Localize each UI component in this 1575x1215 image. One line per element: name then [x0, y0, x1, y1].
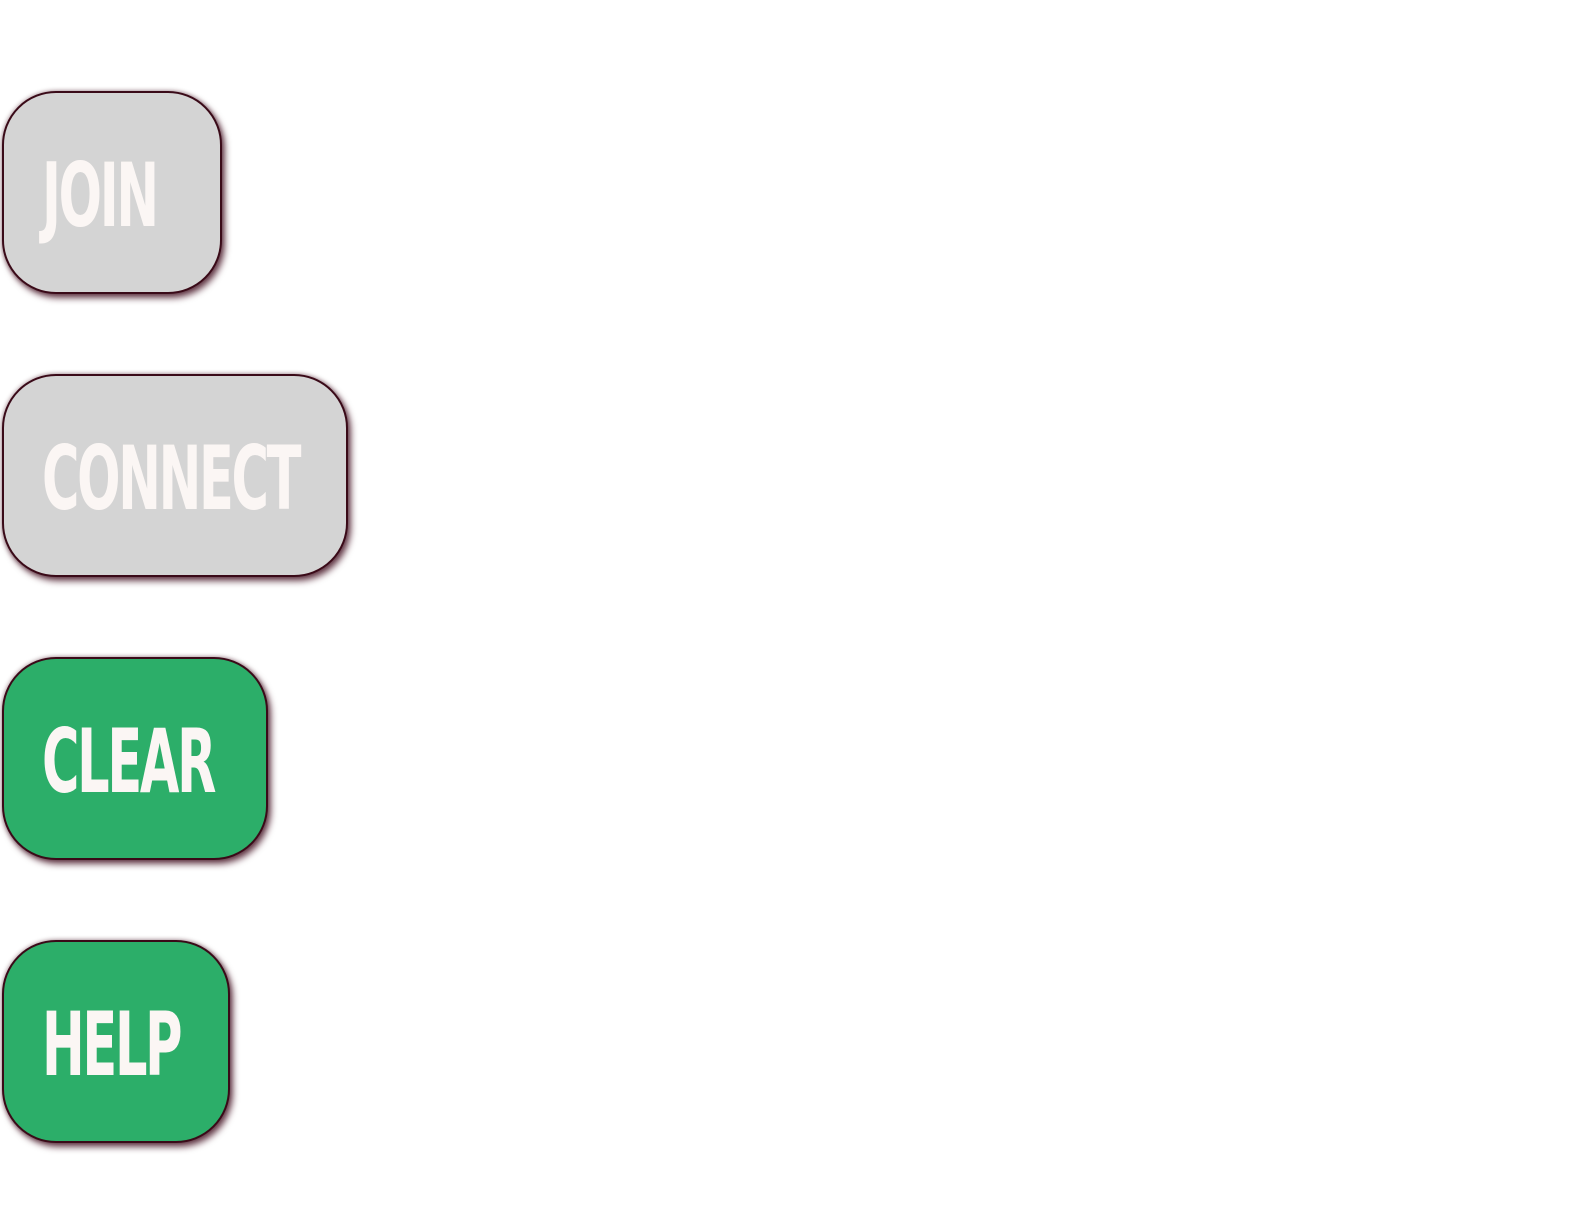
connect-button[interactable]: CONNECT	[2, 374, 348, 577]
help-button-label: HELP	[42, 992, 183, 1096]
clear-button[interactable]: CLEAR	[2, 657, 268, 860]
connect-button-label: CONNECT	[42, 426, 302, 530]
button-panel: JOIN CONNECT CLEAR HELP	[0, 0, 1575, 1215]
join-button-label: JOIN	[42, 143, 159, 247]
help-button[interactable]: HELP	[2, 940, 230, 1143]
clear-button-label: CLEAR	[42, 709, 216, 813]
join-button[interactable]: JOIN	[2, 91, 222, 294]
